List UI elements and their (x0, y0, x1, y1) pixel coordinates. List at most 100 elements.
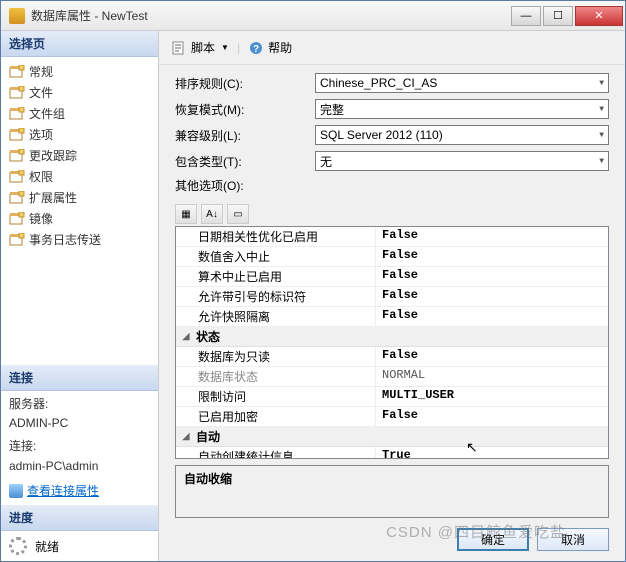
other-options-label: 其他选项(O): (175, 177, 609, 194)
sidebar-item-label: 常规 (29, 63, 53, 80)
grid-pages-button[interactable]: ▭ (227, 204, 249, 224)
collation-select[interactable]: Chinese_PRC_CI_AS (315, 73, 609, 93)
sidebar-item[interactable]: 事务日志传送 (1, 229, 158, 250)
property-name: 算术中止已启用 (176, 267, 376, 286)
property-row[interactable]: 数值舍入中止False (176, 247, 608, 267)
containment-select[interactable]: 无 (315, 151, 609, 171)
progress-status: 就绪 (1, 531, 158, 561)
property-value[interactable]: True (376, 447, 608, 459)
connection-header: 连接 (1, 365, 158, 391)
property-row[interactable]: 算术中止已启用False (176, 267, 608, 287)
form-area: 排序规则(C): Chinese_PRC_CI_AS 恢复模式(M): 完整 兼… (159, 65, 625, 202)
property-value[interactable]: False (376, 227, 608, 246)
property-name: 已启用加密 (176, 407, 376, 426)
property-value[interactable]: False (376, 267, 608, 286)
page-icon (9, 107, 25, 121)
category-label: 状态 (196, 328, 220, 345)
collapse-icon[interactable]: ◢ (180, 331, 192, 343)
property-row[interactable]: 自动创建统计信息True (176, 447, 608, 459)
progress-header: 进度 (1, 505, 158, 531)
cancel-button[interactable]: 取消 (537, 528, 609, 551)
sidebar-item-label: 选项 (29, 126, 53, 143)
property-name: 自动创建统计信息 (176, 447, 376, 459)
close-button[interactable]: ✕ (575, 6, 623, 26)
script-button[interactable]: 脚本 ▼ (171, 39, 229, 56)
maximize-button[interactable]: ☐ (543, 6, 573, 26)
property-row[interactable]: 允许带引号的标识符False (176, 287, 608, 307)
property-value[interactable]: False (376, 287, 608, 306)
property-row[interactable]: 限制访问MULTI_USER (176, 387, 608, 407)
grid-toolbar: ▦ A↓ ▭ (159, 202, 625, 226)
property-row[interactable]: 已启用加密False (176, 407, 608, 427)
conn-value: admin-PC\admin (9, 457, 150, 476)
property-value[interactable]: NORMAL (376, 367, 608, 386)
grid-sort-button[interactable]: A↓ (201, 204, 223, 224)
sidebar-item[interactable]: 扩展属性 (1, 187, 158, 208)
server-value: ADMIN-PC (9, 414, 150, 433)
sidebar-item[interactable]: 权限 (1, 166, 158, 187)
button-bar: 确定 取消 (159, 518, 625, 561)
sidebar-item-label: 权限 (29, 168, 53, 185)
select-page-header: 选择页 (1, 31, 158, 57)
left-panel: 选择页 常规文件文件组选项更改跟踪权限扩展属性镜像事务日志传送 连接 服务器: … (1, 31, 159, 561)
help-icon: ? (248, 40, 264, 56)
grid-categorize-button[interactable]: ▦ (175, 204, 197, 224)
description-title: 自动收缩 (184, 470, 600, 487)
property-value[interactable]: MULTI_USER (376, 387, 608, 406)
property-name: 数值舍入中止 (176, 247, 376, 266)
sidebar-item[interactable]: 常规 (1, 61, 158, 82)
help-button[interactable]: ? 帮助 (248, 39, 292, 56)
page-icon (9, 212, 25, 226)
dialog-window: 数据库属性 - NewTest — ☐ ✕ 选择页 常规文件文件组选项更改跟踪权… (0, 0, 626, 562)
sidebar-item-label: 文件组 (29, 105, 65, 122)
app-icon (9, 8, 25, 24)
ok-button[interactable]: 确定 (457, 528, 529, 551)
page-icon (9, 233, 25, 247)
property-value[interactable]: False (376, 407, 608, 426)
page-icon (9, 86, 25, 100)
window-title: 数据库属性 - NewTest (31, 7, 511, 24)
server-label: 服务器: (9, 395, 150, 414)
property-name: 数据库状态 (176, 367, 376, 386)
sidebar-item[interactable]: 文件组 (1, 103, 158, 124)
view-conn-props-link[interactable]: 查看连接属性 (9, 482, 150, 501)
sidebar-item[interactable]: 镜像 (1, 208, 158, 229)
property-value[interactable]: False (376, 307, 608, 326)
containment-label: 包含类型(T): (175, 153, 315, 170)
property-row[interactable]: 日期相关性优化已启用False (176, 227, 608, 247)
titlebar[interactable]: 数据库属性 - NewTest — ☐ ✕ (1, 1, 625, 31)
sidebar-item-label: 文件 (29, 84, 53, 101)
collapse-icon[interactable]: ◢ (180, 431, 192, 443)
property-name: 允许带引号的标识符 (176, 287, 376, 306)
property-name: 限制访问 (176, 387, 376, 406)
link-icon (9, 484, 23, 498)
svg-text:?: ? (253, 44, 259, 55)
property-value[interactable]: False (376, 347, 608, 366)
property-row[interactable]: 允许快照隔离False (176, 307, 608, 327)
minimize-button[interactable]: — (511, 6, 541, 26)
right-panel: 脚本 ▼ | ? 帮助 排序规则(C): Chinese_PRC_CI_AS 恢… (159, 31, 625, 561)
page-icon (9, 191, 25, 205)
property-row[interactable]: 数据库状态NORMAL (176, 367, 608, 387)
sidebar-item[interactable]: 选项 (1, 124, 158, 145)
sidebar-item[interactable]: 更改跟踪 (1, 145, 158, 166)
property-row[interactable]: 数据库为只读False (176, 347, 608, 367)
sidebar-item-label: 镜像 (29, 210, 53, 227)
compat-label: 兼容级别(L): (175, 127, 315, 144)
page-icon (9, 65, 25, 79)
category-row[interactable]: ◢ 状态 (176, 327, 608, 347)
recovery-select[interactable]: 完整 (315, 99, 609, 119)
page-icon (9, 149, 25, 163)
chevron-down-icon: ▼ (221, 43, 229, 52)
compat-select[interactable]: SQL Server 2012 (110) (315, 125, 609, 145)
connection-info: 服务器: ADMIN-PC 连接: admin-PC\admin 查看连接属性 (1, 391, 158, 505)
toolbar: 脚本 ▼ | ? 帮助 (159, 31, 625, 65)
property-grid[interactable]: 日期相关性优化已启用False数值舍入中止False算术中止已启用False允许… (175, 226, 609, 459)
property-value[interactable]: False (376, 247, 608, 266)
category-label: 自动 (196, 428, 220, 445)
page-icon (9, 128, 25, 142)
category-row[interactable]: ◢ 自动 (176, 427, 608, 447)
spinner-icon (9, 537, 27, 555)
description-panel: 自动收缩 (175, 465, 609, 518)
sidebar-item[interactable]: 文件 (1, 82, 158, 103)
